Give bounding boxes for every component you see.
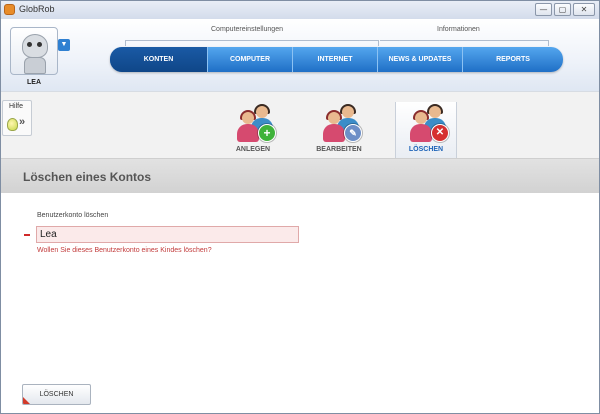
toolbar: Hilfe » + ANLEGEN ✎ BEARBEITEN ✕ LÖSCHEN <box>1 91 599 158</box>
page-title: Löschen eines Kontos <box>23 170 152 184</box>
delete-account-button[interactable]: ✕ LÖSCHEN <box>395 102 457 158</box>
title-bar: GlobRob — ▢ ✕ <box>1 1 599 20</box>
close-icon: ✕ <box>431 124 449 142</box>
group-label-info: Informationen <box>437 26 480 33</box>
tab-internet[interactable]: INTERNET <box>293 47 378 72</box>
chevron-down-icon[interactable]: ▼ <box>58 39 70 51</box>
confirm-question: Wollen Sie dieses Benutzerkonto eines Ki… <box>37 247 212 254</box>
avatar[interactable] <box>10 27 58 75</box>
group-divider <box>125 40 378 41</box>
required-marker <box>24 234 30 236</box>
app-window: GlobRob — ▢ ✕ ▼ LEA Computereinstellunge… <box>0 0 600 414</box>
edit-account-button[interactable]: ✎ BEARBEITEN <box>309 102 369 158</box>
user-edit-icon: ✎ <box>322 104 362 144</box>
help-label: Hilfe <box>9 103 24 110</box>
tab-news-updates[interactable]: NEWS & UPDATES <box>378 47 463 72</box>
header: ▼ LEA Computereinstellungen Informatione… <box>1 19 599 91</box>
group-divider <box>380 40 548 41</box>
help-button[interactable]: Hilfe » <box>2 100 32 136</box>
robot-head-icon <box>22 34 48 58</box>
delete-button[interactable]: LÖSCHEN <box>22 384 91 405</box>
chevron-right-icon: » <box>19 116 26 128</box>
section-header: Löschen eines Kontos <box>1 158 599 193</box>
maximize-button[interactable]: ▢ <box>554 3 571 16</box>
add-account-label: ANLEGEN <box>235 146 271 153</box>
robot-eye-icon <box>27 42 32 47</box>
group-divider <box>125 40 126 46</box>
window-controls: — ▢ ✕ <box>535 3 595 16</box>
group-divider <box>548 40 549 46</box>
field-label: Benutzerkonto löschen <box>37 212 109 219</box>
account-name-field[interactable]: Lea <box>36 226 299 243</box>
group-divider <box>378 40 379 46</box>
edit-account-label: BEARBEITEN <box>316 146 362 153</box>
pencil-icon: ✎ <box>344 124 362 142</box>
user-name: LEA <box>27 79 41 86</box>
window-title: GlobRob <box>19 4 55 14</box>
delete-button-label: LÖSCHEN <box>39 391 74 398</box>
close-button[interactable]: ✕ <box>573 3 595 16</box>
main-nav: KONTEN COMPUTER INTERNET NEWS & UPDATES … <box>110 47 563 72</box>
corner-accent-icon <box>23 397 30 404</box>
robot-eye-icon <box>37 42 42 47</box>
robot-body-icon <box>24 57 46 74</box>
group-label-settings: Computereinstellungen <box>211 26 283 33</box>
minimize-button[interactable]: — <box>535 3 552 16</box>
delete-account-label: LÖSCHEN <box>408 146 444 153</box>
tab-computer[interactable]: COMPUTER <box>208 47 293 72</box>
lightbulb-icon <box>7 118 18 131</box>
user-add-icon: + <box>236 104 276 144</box>
add-account-button[interactable]: + ANLEGEN <box>223 102 283 158</box>
account-name-value: Lea <box>40 229 57 240</box>
tab-konten[interactable]: KONTEN <box>110 47 208 72</box>
plus-icon: + <box>258 124 276 142</box>
tab-reports[interactable]: REPORTS <box>463 47 563 72</box>
app-icon <box>4 4 15 15</box>
user-delete-icon: ✕ <box>409 104 449 144</box>
